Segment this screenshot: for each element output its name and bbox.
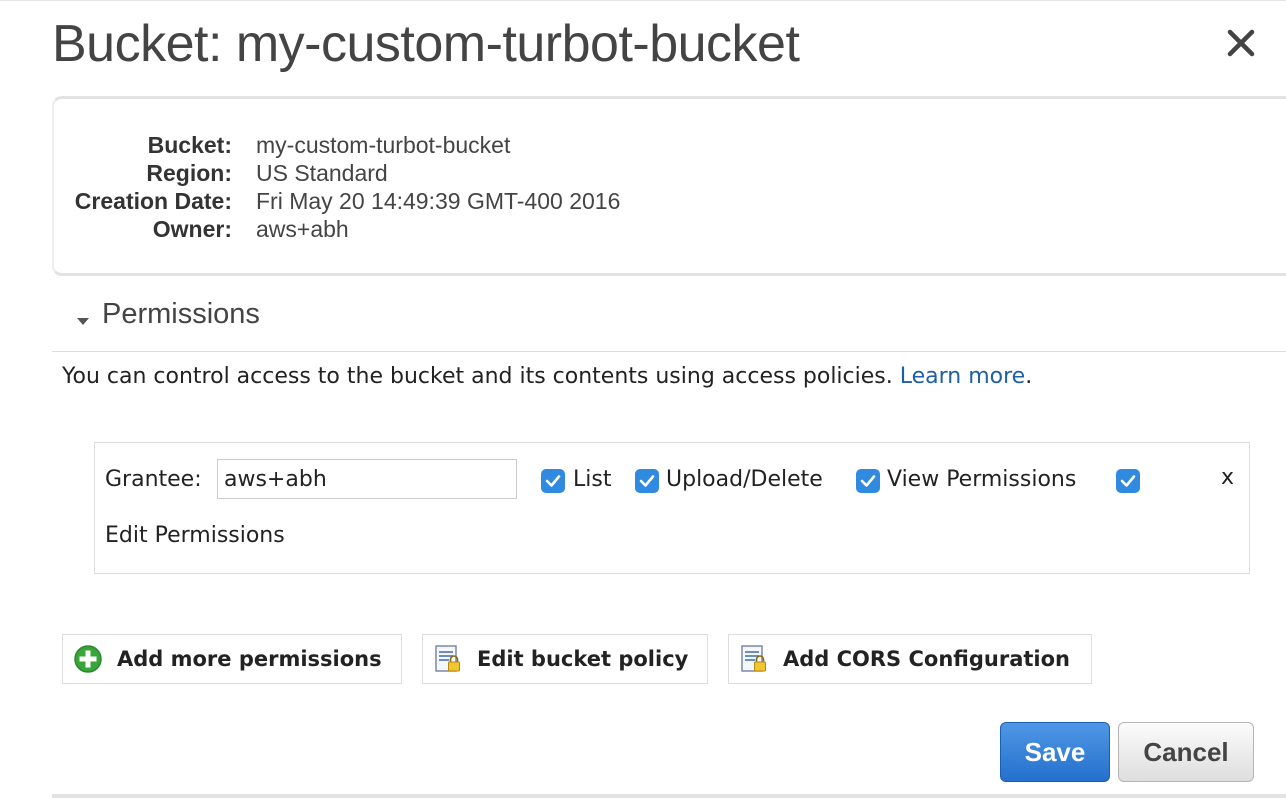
edit-permissions-label: Edit Permissions — [105, 523, 285, 548]
region-value: US Standard — [256, 160, 388, 186]
grantee-row: Grantee: List Upload/Delete View Permiss… — [94, 442, 1250, 574]
permissions-title: Permissions — [102, 298, 260, 330]
edit-bucket-policy-label: Edit bucket policy — [477, 647, 689, 671]
description-period: . — [1025, 364, 1033, 389]
add-cors-configuration-button[interactable]: Add CORS Configuration — [728, 634, 1092, 684]
list-label: List — [573, 467, 612, 492]
owner-label: Owner: — [152, 216, 232, 242]
locked-document-icon — [739, 644, 769, 674]
upload-delete-label: Upload/Delete — [666, 467, 823, 492]
locked-document-icon — [433, 644, 463, 674]
add-circle-icon — [73, 644, 103, 674]
creation-date-value: Fri May 20 14:49:39 GMT-400 2016 — [256, 188, 621, 214]
close-icon[interactable] — [1224, 26, 1258, 60]
bottom-divider — [52, 794, 1286, 798]
bucket-value: my-custom-turbot-bucket — [256, 132, 511, 158]
creation-date-label: Creation Date: — [74, 188, 232, 214]
bucket-label: Bucket: — [147, 132, 232, 158]
permissions-description: You can control access to the bucket and… — [62, 364, 1032, 389]
edit-bucket-policy-button[interactable]: Edit bucket policy — [422, 634, 708, 684]
region-label: Region: — [146, 160, 232, 186]
permissions-section-header[interactable]: Permissions — [52, 296, 1286, 352]
add-more-permissions-label: Add more permissions — [117, 647, 382, 671]
grantee-input[interactable] — [217, 459, 517, 499]
caret-down-icon[interactable] — [76, 314, 90, 325]
cancel-button[interactable]: Cancel — [1118, 722, 1254, 782]
bucket-info-grid: Bucket: my-custom-turbot-bucket Region: … — [68, 131, 621, 243]
list-checkbox[interactable] — [541, 469, 565, 493]
dialog-title: Bucket: my-custom-turbot-bucket — [52, 15, 800, 73]
view-permissions-checkbox[interactable] — [856, 469, 880, 493]
remove-grantee-button[interactable]: x — [1221, 465, 1234, 490]
top-divider — [0, 0, 1286, 1]
learn-more-link[interactable]: Learn more — [900, 364, 1025, 389]
add-more-permissions-button[interactable]: Add more permissions — [62, 634, 402, 684]
permissions-description-text: You can control access to the bucket and… — [62, 364, 893, 389]
view-permissions-label: View Permissions — [887, 467, 1077, 492]
edit-permissions-checkbox[interactable] — [1116, 469, 1140, 493]
save-button[interactable]: Save — [1000, 722, 1110, 782]
bucket-info-panel: Bucket: my-custom-turbot-bucket Region: … — [52, 96, 1286, 276]
owner-value: aws+abh — [256, 216, 349, 242]
upload-delete-checkbox[interactable] — [635, 469, 659, 493]
add-cors-configuration-label: Add CORS Configuration — [783, 647, 1070, 671]
grantee-label: Grantee: — [105, 467, 202, 492]
